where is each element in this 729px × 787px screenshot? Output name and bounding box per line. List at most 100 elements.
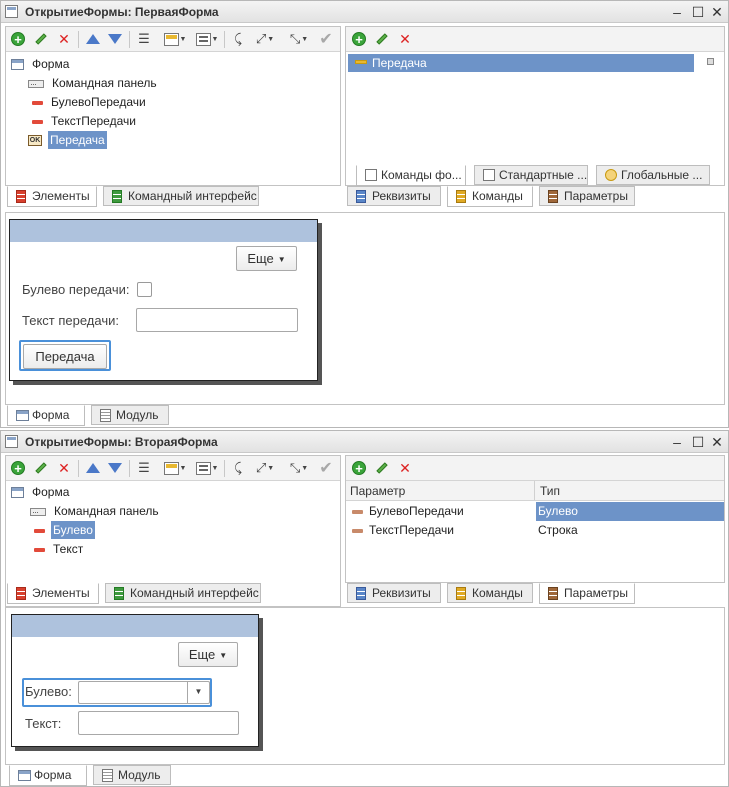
add-group-button[interactable]: ▼ — [161, 459, 189, 477]
tree-item[interactable]: OK Передача — [28, 131, 107, 149]
scroll-indicator[interactable] — [707, 58, 714, 65]
list-button[interactable]: ☰ — [134, 30, 154, 48]
edit-button[interactable] — [372, 30, 392, 48]
stretch-icon: ⤡ — [289, 460, 301, 475]
tab-attributes[interactable]: Реквизиты — [347, 583, 441, 603]
tab-module[interactable]: Модуль — [91, 405, 169, 425]
tree-item[interactable]: Командная панель — [28, 74, 159, 93]
move-up-button[interactable] — [83, 459, 103, 477]
edit-button[interactable] — [31, 459, 51, 477]
add-button[interactable]: + — [8, 30, 28, 48]
add-button[interactable]: + — [8, 459, 28, 477]
rotate-icon: ⤹ — [234, 460, 242, 475]
delete-icon: ✕ — [58, 30, 70, 47]
tree-item[interactable]: БулевоПередачи — [32, 93, 148, 111]
close-button[interactable]: ✕ — [708, 434, 726, 450]
title-bar[interactable]: ОткрытиеФормы: ВтораяФорма ‒ ☐ ✕ — [1, 431, 728, 453]
delete-button[interactable]: ✕ — [395, 30, 415, 48]
command-subtabs: Команды фо... Стандартные ... Глобальные… — [346, 165, 726, 187]
stretch-button[interactable]: ⤡ ▼ — [285, 459, 313, 477]
check-button[interactable]: ✔ — [316, 30, 336, 48]
resize-icon: ⤢ — [255, 31, 267, 46]
transfer-button[interactable]: Передача — [23, 344, 107, 369]
elements-tree: Форма Командная панель БулевоПередачи Те… — [6, 52, 340, 185]
tab-attributes[interactable]: Реквизиты — [347, 186, 441, 206]
edit-button[interactable] — [31, 30, 51, 48]
module-icon — [102, 769, 113, 782]
title-bar[interactable]: ОткрытиеФормы: ПерваяФорма ‒ ☐ ✕ — [1, 1, 728, 23]
text-transfer-label: Текст передачи: — [22, 313, 119, 328]
move-up-button[interactable] — [83, 30, 103, 48]
move-down-button[interactable] — [105, 30, 125, 48]
chevron-down-icon: ▼ — [219, 651, 228, 661]
list-button[interactable]: ☰ — [134, 459, 154, 477]
group-icon — [163, 461, 179, 475]
tab-module[interactable]: Модуль — [93, 765, 171, 785]
bool-select[interactable]: ▼ — [78, 681, 210, 704]
maximize-button[interactable]: ☐ — [689, 434, 707, 450]
text-input[interactable] — [78, 711, 239, 735]
close-button[interactable]: ✕ — [708, 4, 726, 20]
commands-icon — [456, 190, 466, 203]
minimize-button[interactable]: ‒ — [668, 4, 686, 20]
rotate-button[interactable]: ⤹ — [228, 30, 248, 48]
parameters-icon — [548, 587, 558, 600]
more-button[interactable]: Еще ▼ — [236, 246, 297, 271]
tab-standard-commands[interactable]: Стандартные ... — [474, 165, 588, 185]
add-group-button[interactable]: ▼ — [161, 30, 189, 48]
size-button[interactable]: ⤢ ▼ — [251, 30, 279, 48]
bool-transfer-checkbox[interactable] — [137, 282, 152, 297]
text-transfer-input[interactable] — [136, 308, 298, 332]
tab-command-interface[interactable]: Командный интерфейс — [105, 583, 261, 603]
form-icon — [5, 435, 18, 448]
column-header-type[interactable]: Тип — [540, 484, 560, 498]
tree-item[interactable]: Булево — [34, 521, 95, 539]
table-row[interactable]: БулевоПередачи Булево — [346, 502, 724, 521]
form-icon — [11, 487, 24, 499]
table-row[interactable]: ТекстПередачи Строка — [346, 521, 724, 540]
tab-parameters[interactable]: Параметры — [539, 186, 635, 206]
tab-commands[interactable]: Команды — [447, 186, 533, 207]
delete-button[interactable]: ✕ — [54, 459, 74, 477]
bool-transfer-label: Булево передачи: — [22, 282, 130, 297]
tree-item[interactable]: ТекстПередачи — [32, 112, 138, 130]
delete-button[interactable]: ✕ — [54, 30, 74, 48]
parameters-toolbar: + ✕ — [346, 456, 724, 481]
tab-elements[interactable]: Элементы — [7, 583, 99, 604]
check-button[interactable]: ✔ — [316, 459, 336, 477]
arrow-down-icon — [108, 34, 122, 44]
parameter-icon — [352, 528, 363, 533]
tab-command-interface[interactable]: Командный интерфейс — [103, 186, 259, 206]
dropdown-button[interactable]: ▼ — [187, 682, 209, 703]
rotate-button[interactable]: ⤹ — [228, 459, 248, 477]
edit-button[interactable] — [372, 459, 392, 477]
more-button[interactable]: Еще ▼ — [178, 642, 238, 667]
stretch-button[interactable]: ⤡ ▼ — [285, 30, 313, 48]
elements-panel: + ✕ ☰ ▼ ▼ ⤹ ⤢▼ ⤡▼ ✔ Форма Командная пане… — [5, 26, 341, 186]
tab-form[interactable]: Форма — [9, 765, 87, 786]
size-button[interactable]: ⤢ ▼ — [251, 459, 279, 477]
tab-commands[interactable]: Команды — [447, 583, 533, 603]
command-row[interactable]: Передача — [348, 54, 694, 72]
add-button[interactable]: + — [349, 30, 369, 48]
tab-form-commands[interactable]: Команды фо... — [356, 165, 466, 186]
list-icon: ☰ — [138, 460, 150, 475]
delete-button[interactable]: ✕ — [395, 459, 415, 477]
move-down-button[interactable] — [105, 459, 125, 477]
tab-global-commands[interactable]: Глобальные ... — [596, 165, 710, 185]
column-header-parameter[interactable]: Параметр — [350, 484, 405, 498]
add-field-button[interactable]: ▼ — [193, 30, 221, 48]
tab-form[interactable]: Форма — [7, 405, 85, 426]
add-button[interactable]: + — [349, 459, 369, 477]
tree-item[interactable]: Командная панель — [30, 502, 161, 521]
minimize-button[interactable]: ‒ — [668, 434, 686, 450]
tab-parameters[interactable]: Параметры — [539, 583, 635, 604]
pencil-icon — [35, 462, 47, 474]
tree-item[interactable]: Форма — [11, 483, 71, 501]
tab-elements[interactable]: Элементы — [7, 186, 97, 207]
add-field-button[interactable]: ▼ — [193, 459, 221, 477]
tree-item[interactable]: Текст — [34, 540, 85, 558]
left-tabs: Элементы Командный интерфейс — [5, 583, 341, 605]
tree-item[interactable]: Форма — [11, 55, 71, 73]
maximize-button[interactable]: ☐ — [689, 4, 707, 20]
